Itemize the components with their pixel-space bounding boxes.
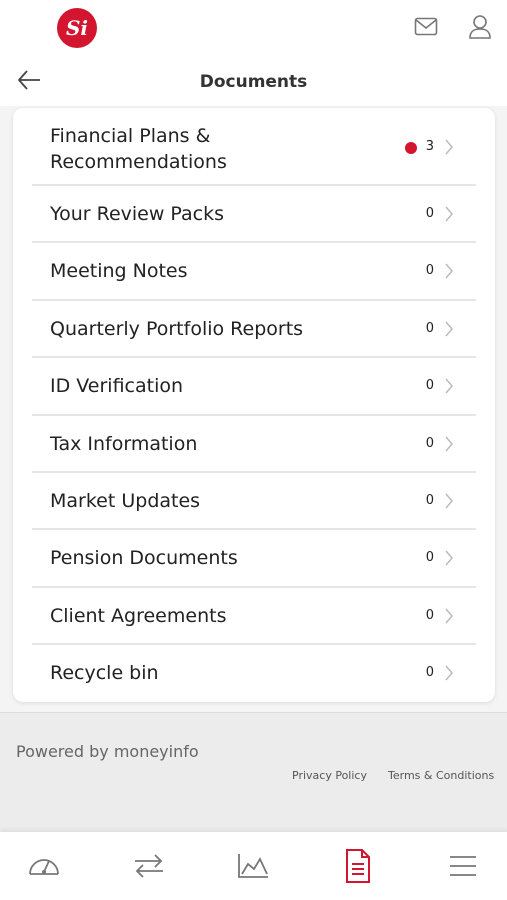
terms-link[interactable]: Terms & Conditions bbox=[388, 769, 494, 782]
chevron-right-icon bbox=[445, 206, 453, 222]
chevron-right-icon bbox=[445, 550, 453, 566]
bottom-tab-bar bbox=[0, 832, 507, 900]
list-item-label: Quarterly Portfolio Reports bbox=[50, 318, 304, 340]
list-item-count: 0 bbox=[425, 608, 434, 623]
document-icon[interactable] bbox=[344, 848, 372, 884]
list-item-count: 0 bbox=[425, 321, 434, 336]
chevron-right-icon bbox=[445, 665, 453, 681]
new-indicator-dot bbox=[405, 142, 417, 154]
page-title: Documents bbox=[199, 72, 308, 92]
chevron-right-icon bbox=[445, 263, 453, 279]
transfer-icon[interactable] bbox=[132, 850, 166, 882]
chevron-right-icon bbox=[445, 493, 453, 509]
list-item[interactable]: Pension Documents 0 bbox=[32, 530, 476, 588]
list-item[interactable]: Quarterly Portfolio Reports 0 bbox=[32, 301, 476, 358]
list-item-count: 0 bbox=[425, 378, 434, 393]
list-item-label: Financial Plans & Recommendations bbox=[50, 125, 227, 173]
chevron-right-icon bbox=[445, 608, 453, 624]
mail-icon[interactable] bbox=[414, 17, 438, 37]
list-item-count: 0 bbox=[425, 493, 434, 508]
powered-by-text: Powered by moneyinfo bbox=[16, 742, 199, 761]
list-item-label: Your Review Packs bbox=[50, 203, 225, 225]
menu-icon[interactable] bbox=[448, 850, 478, 882]
list-item-label: Recycle bin bbox=[50, 662, 159, 684]
list-item[interactable]: Client Agreements 0 bbox=[32, 588, 476, 645]
list-item-label: Pension Documents bbox=[50, 547, 238, 569]
list-item[interactable]: ID Verification 0 bbox=[32, 358, 476, 416]
chevron-right-icon bbox=[445, 321, 453, 337]
list-item[interactable]: Financial Plans & Recommendations 3 bbox=[32, 116, 476, 186]
list-item-label: ID Verification bbox=[50, 375, 184, 397]
user-icon[interactable] bbox=[468, 14, 492, 40]
page-header: Documents bbox=[0, 56, 507, 106]
privacy-policy-link[interactable]: Privacy Policy bbox=[292, 769, 367, 782]
list-item[interactable]: Market Updates 0 bbox=[32, 473, 476, 530]
chevron-right-icon bbox=[445, 436, 453, 452]
footer: Powered by moneyinfo Privacy Policy Term… bbox=[0, 712, 507, 832]
list-item-count: 0 bbox=[425, 263, 434, 278]
documents-list: Financial Plans & Recommendations 3 Your… bbox=[13, 108, 495, 702]
list-item[interactable]: Your Review Packs 0 bbox=[32, 186, 476, 243]
list-item[interactable]: Meeting Notes 0 bbox=[32, 243, 476, 301]
top-bar: Si bbox=[0, 0, 507, 56]
list-item[interactable]: Tax Information 0 bbox=[32, 416, 476, 473]
list-item-label: Client Agreements bbox=[50, 605, 227, 627]
dashboard-icon[interactable] bbox=[26, 850, 62, 882]
list-item-label: Meeting Notes bbox=[50, 260, 188, 282]
list-item-count: 0 bbox=[425, 436, 434, 451]
chevron-right-icon bbox=[445, 378, 453, 394]
chevron-right-icon bbox=[445, 139, 453, 155]
list-item-label: Market Updates bbox=[50, 490, 201, 512]
list-item-count: 0 bbox=[425, 206, 434, 221]
list-item-label: Tax Information bbox=[50, 433, 198, 455]
list-item[interactable]: Recycle bin 0 bbox=[32, 645, 476, 702]
brand-logo[interactable]: Si bbox=[57, 8, 97, 48]
list-item-count: 3 bbox=[425, 139, 434, 154]
chart-icon[interactable] bbox=[236, 850, 270, 882]
list-item-count: 0 bbox=[425, 550, 434, 565]
list-item-count: 0 bbox=[425, 665, 434, 680]
